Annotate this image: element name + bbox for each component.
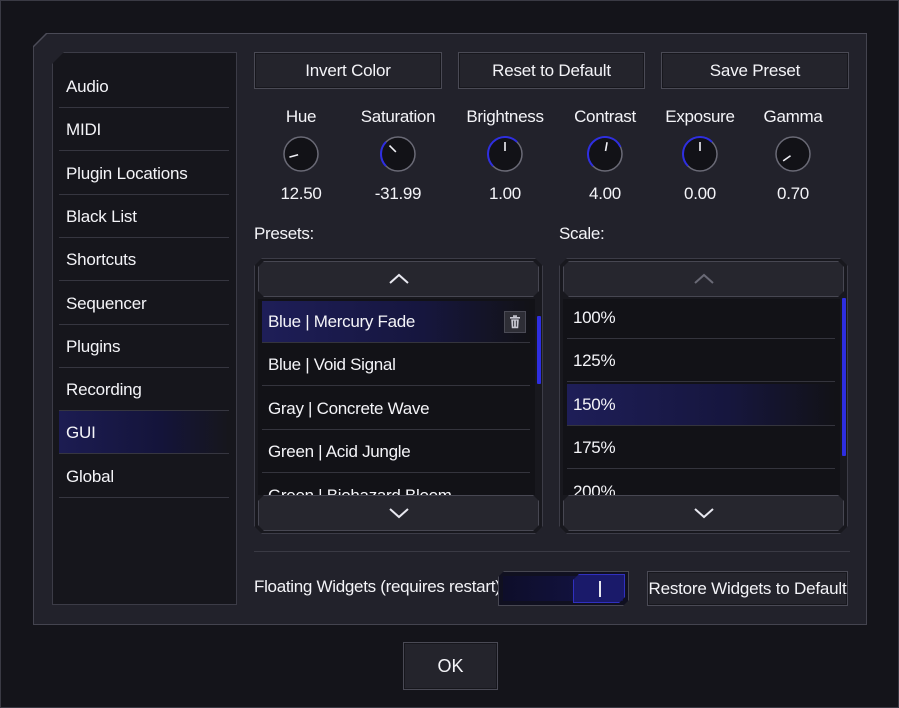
scale-label: Scale: [559, 224, 605, 243]
scale-item[interactable]: 175% [567, 427, 835, 470]
scale-item[interactable]: 150% [567, 383, 835, 426]
knob-label: Gamma [763, 107, 823, 126]
knob-label: Brightness [466, 107, 544, 126]
scale-viewport[interactable]: 100% 125% 150% 175% 200% [563, 299, 840, 495]
sidebar-item-shortcuts[interactable]: Shortcuts [59, 238, 229, 282]
presets-label: Presets: [254, 224, 314, 243]
knob-value: 1.00 [489, 184, 521, 203]
floating-widgets-toggle[interactable] [498, 571, 629, 606]
presets-scroll-down-button[interactable] [258, 495, 539, 531]
toggle-on-indicator [599, 581, 601, 597]
sidebar-item-recording[interactable]: Recording [59, 368, 229, 412]
scale-scrollbar[interactable] [842, 298, 846, 456]
sidebar-item-plugins[interactable]: Plugins [59, 325, 229, 368]
scale-item[interactable]: 200% [567, 471, 835, 495]
knob-dial[interactable] [486, 135, 524, 173]
knob-value: 0.00 [684, 184, 716, 203]
knob-gamma: Gamma 0.70 [743, 106, 843, 204]
knob-label: Contrast [574, 107, 636, 126]
chevron-down-icon [388, 507, 410, 519]
presets-item[interactable]: Gray | Concrete Wave [262, 388, 530, 430]
sidebar-item-audio[interactable]: Audio [59, 65, 229, 108]
scale-item[interactable]: 100% [567, 299, 835, 339]
knob-dial[interactable] [379, 135, 417, 173]
knob-value: 4.00 [589, 184, 621, 203]
delete-preset-button[interactable] [504, 311, 526, 333]
knob-label: Hue [285, 107, 317, 126]
knob-label: Exposure [665, 107, 735, 126]
save-preset-button[interactable]: Save Preset [661, 52, 849, 89]
presets-item[interactable]: Blue | Mercury Fade [262, 301, 530, 343]
presets-scrollbar[interactable] [537, 316, 541, 384]
knob-saturation: Saturation -31.99 [348, 106, 448, 204]
sidebar-item-midi[interactable]: MIDI [59, 108, 229, 152]
ok-button[interactable]: OK [403, 642, 498, 690]
chevron-up-icon [388, 273, 410, 285]
knob-brightness: Brightness 1.00 [455, 106, 555, 204]
sidebar-item-sequencer[interactable]: Sequencer [59, 282, 229, 325]
knob-dial[interactable] [282, 135, 320, 173]
presets-item[interactable]: Green | Acid Jungle [262, 431, 530, 474]
toggle-knob [573, 574, 625, 603]
trash-icon [510, 315, 520, 329]
presets-item[interactable]: Green | Biohazard Bloom [262, 475, 530, 495]
presets-scroll-up-button[interactable] [258, 261, 539, 297]
presets-item[interactable]: Blue | Void Signal [262, 344, 530, 387]
divider [254, 551, 850, 552]
restore-widgets-button[interactable]: Restore Widgets to Default [647, 571, 848, 606]
knob-exposure: Exposure 0.00 [650, 106, 750, 204]
knob-value: 12.50 [280, 184, 322, 203]
knob-label: Saturation [360, 107, 436, 126]
invert-color-button[interactable]: Invert Color [254, 52, 442, 89]
knob-dial[interactable] [774, 135, 812, 173]
sidebar-item-plugin-locations[interactable]: Plugin Locations [59, 152, 229, 195]
knob-value: -31.99 [374, 184, 422, 203]
floating-widgets-label: Floating Widgets (requires restart): [254, 577, 505, 596]
reset-to-default-button[interactable]: Reset to Default [458, 52, 645, 89]
presets-viewport[interactable]: Blue | Mercury Fade Blue | Void Signal Gra… [258, 299, 535, 495]
scale-item[interactable]: 125% [567, 340, 835, 383]
knob-contrast: Contrast 4.00 [555, 106, 655, 204]
knob-hue: Hue 12.50 [251, 106, 351, 204]
sidebar-item-global[interactable]: Global [59, 455, 229, 498]
chevron-up-icon [693, 273, 715, 285]
knob-value: 0.70 [777, 184, 809, 203]
scale-scroll-down-button[interactable] [563, 495, 844, 531]
scale-scroll-up-button[interactable] [563, 261, 844, 297]
knob-dial[interactable] [586, 135, 624, 173]
knob-dial[interactable] [681, 135, 719, 173]
sidebar-item-black-list[interactable]: Black List [59, 195, 229, 238]
sidebar-item-gui[interactable]: GUI [59, 411, 229, 455]
chevron-down-icon [693, 507, 715, 519]
